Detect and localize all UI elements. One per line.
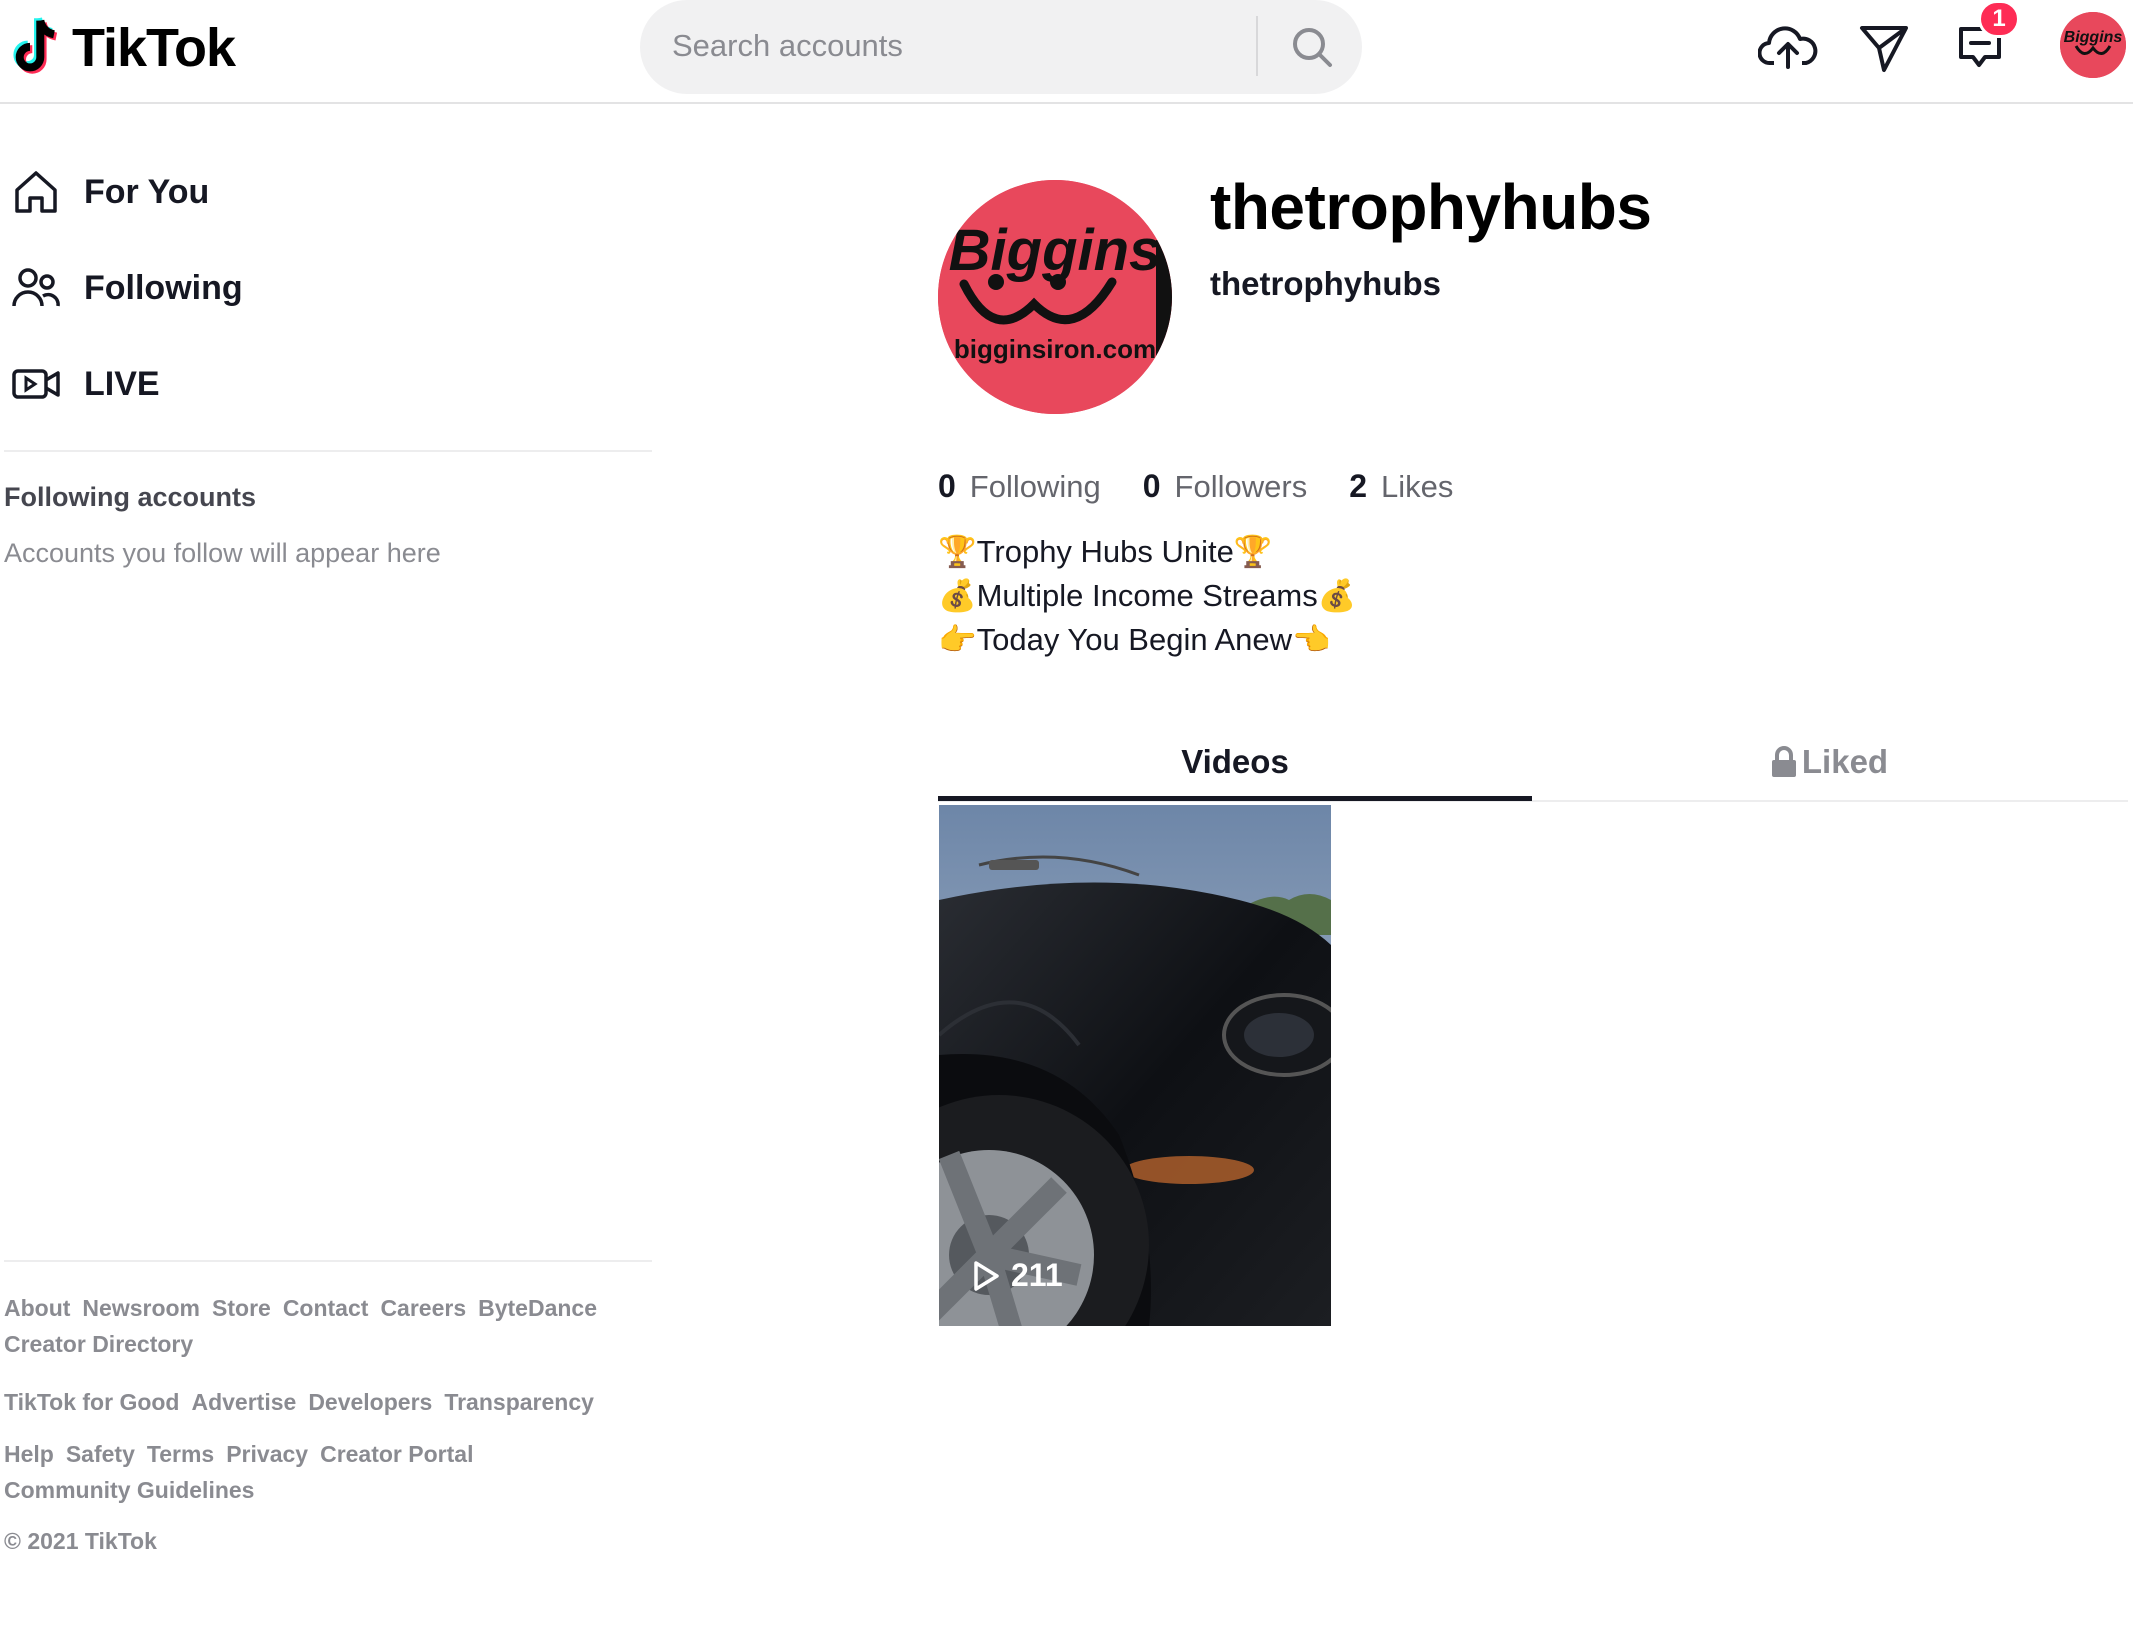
footer-link-about[interactable]: About — [4, 1294, 70, 1322]
cloud-upload-icon — [1758, 26, 1818, 69]
following-accounts-empty: Accounts you follow will appear here — [4, 538, 441, 568]
tab-liked-label: Liked — [1801, 743, 1889, 780]
tiktok-wordmark: TikTok — [72, 18, 236, 78]
video-view-count: 211 — [1011, 1257, 1063, 1293]
sidebar-item-live[interactable]: LIVE — [0, 344, 640, 424]
sidebar-item-for-you[interactable]: For You — [0, 152, 640, 232]
search-bar — [640, 0, 1362, 94]
search-divider — [1256, 16, 1258, 76]
search-input[interactable] — [672, 22, 1252, 70]
sidebar: For You Following LIVE Following account… — [0, 106, 652, 1625]
likes-stat: 2 Likes — [1349, 468, 1453, 505]
likes-count: 2 — [1349, 468, 1367, 504]
footer-link-safety[interactable]: Safety — [66, 1440, 135, 1468]
sidebar-item-following[interactable]: Following — [0, 248, 640, 328]
footer-links-row-3: Help Safety Terms Privacy Creator Portal… — [4, 1440, 644, 1504]
avatar-logo-text: Biggins — [2064, 29, 2123, 46]
notification-badge: 1 — [1978, 0, 2020, 38]
footer-link-privacy[interactable]: Privacy — [226, 1440, 308, 1468]
tab-videos[interactable]: Videos — [938, 722, 1532, 802]
profile-subtitle: thetrophyhubs — [1210, 265, 1441, 302]
sidebar-divider — [4, 450, 652, 452]
following-label: Following — [969, 469, 1101, 504]
profile-bio: 🏆Trophy Hubs Unite🏆 💰Multiple Income Str… — [938, 530, 1356, 662]
messages-button[interactable] — [1848, 12, 1920, 84]
footer-link-transparency[interactable]: Transparency — [444, 1388, 594, 1416]
footer-links-row-1: About Newsroom Store Contact Careers Byt… — [4, 1294, 644, 1358]
footer-link-terms[interactable]: Terms — [147, 1440, 214, 1468]
profile-title: thetrophyhubs — [1210, 171, 1652, 243]
bio-line: 👉Today You Begin Anew👈 — [938, 622, 1331, 657]
footer-link-tiktok-for-good[interactable]: TikTok for Good — [4, 1388, 179, 1416]
live-video-icon — [0, 348, 72, 420]
profile-avatar-image: Biggins bigginsiron.com — [938, 180, 1172, 414]
likes-label: Likes — [1381, 469, 1454, 504]
search-icon — [1293, 28, 1332, 67]
footer-link-help[interactable]: Help — [4, 1440, 54, 1468]
video-views: 211 — [971, 1257, 1063, 1294]
tiktok-logo[interactable]: TikTok — [10, 12, 236, 84]
footer-link-community-guidelines[interactable]: Community Guidelines — [4, 1476, 254, 1504]
footer-link-creator-portal[interactable]: Creator Portal — [320, 1440, 473, 1468]
send-icon — [1860, 26, 1908, 72]
home-icon — [0, 156, 72, 228]
footer-link-store[interactable]: Store — [212, 1294, 271, 1322]
users-icon — [0, 252, 72, 324]
following-count: 0 — [938, 468, 956, 504]
tab-liked[interactable]: Liked — [1532, 722, 2126, 802]
video-card[interactable]: 211 — [939, 805, 1331, 1326]
bio-line: 🏆Trophy Hubs Unite🏆 — [938, 534, 1273, 569]
header-avatar[interactable]: Biggins — [2060, 12, 2126, 78]
footer-links-row-2: TikTok for Good Advertise Developers Tra… — [4, 1388, 644, 1416]
following-stat[interactable]: 0 Following — [938, 468, 1101, 505]
tab-videos-label: Videos — [1181, 743, 1289, 780]
profile-avatar[interactable]: Biggins bigginsiron.com — [938, 180, 1172, 414]
play-icon — [974, 1260, 999, 1291]
bio-line: 💰Multiple Income Streams💰 — [938, 578, 1357, 613]
avatar-image: Biggins — [2060, 12, 2126, 78]
footer-link-developers[interactable]: Developers — [308, 1388, 432, 1416]
video-thumbnail — [939, 805, 1331, 1326]
search-button[interactable] — [1276, 12, 1348, 82]
footer-link-newsroom[interactable]: Newsroom — [82, 1294, 200, 1322]
footer-link-creator-directory[interactable]: Creator Directory — [4, 1330, 193, 1358]
followers-label: Followers — [1174, 469, 1308, 504]
footer-link-contact[interactable]: Contact — [283, 1294, 369, 1322]
sidebar-divider — [4, 1260, 652, 1262]
footer-link-advertise[interactable]: Advertise — [191, 1388, 296, 1416]
followers-stat[interactable]: 0 Followers — [1143, 468, 1307, 505]
sidebar-item-label: For You — [84, 172, 210, 211]
followers-count: 0 — [1142, 468, 1161, 504]
sidebar-item-label: Following — [84, 268, 243, 307]
lock-icon — [1771, 746, 1796, 777]
tiktok-note-icon — [13, 17, 58, 74]
avatar-logo-url: bigginsiron.com — [954, 334, 1156, 364]
upload-button[interactable] — [1752, 12, 1824, 84]
active-tab-indicator — [938, 796, 1532, 801]
profile-tabs: Videos Liked — [938, 722, 2128, 802]
sidebar-item-label: LIVE — [84, 364, 160, 403]
avatar-logo-text: Biggins — [949, 218, 1162, 283]
profile-stats: 0 Following 0 Followers 2 Likes — [938, 468, 1453, 505]
footer-link-bytedance[interactable]: ByteDance — [478, 1294, 597, 1322]
following-accounts-title: Following accounts — [4, 482, 257, 512]
footer-link-careers[interactable]: Careers — [380, 1294, 466, 1322]
copyright: © 2021 TikTok — [4, 1528, 157, 1554]
top-header: TikTok 1 Biggins — [0, 0, 2133, 104]
